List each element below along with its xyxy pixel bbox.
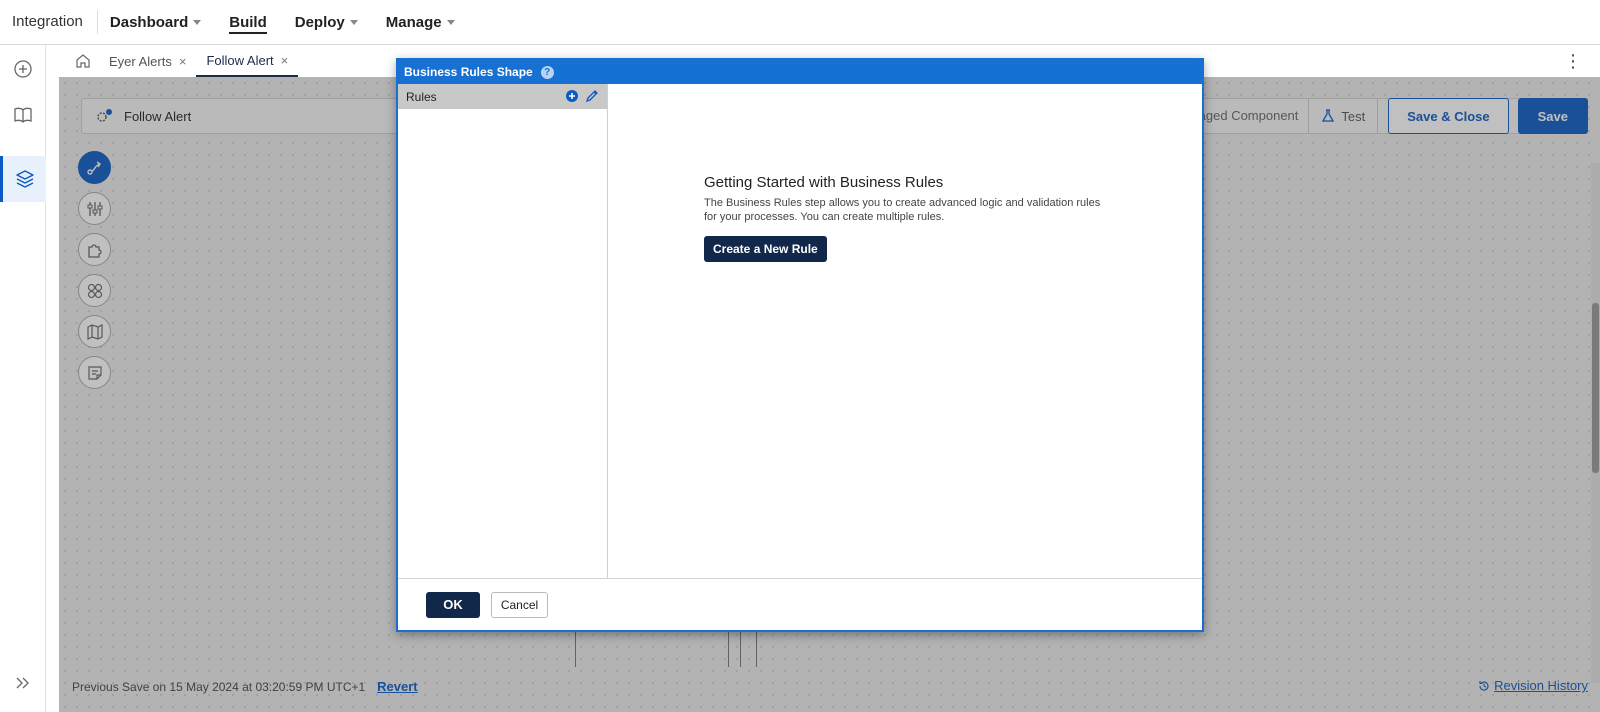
dialog-body: Rules Getting Started with Business Rule… [398, 84, 1202, 578]
menu-manage[interactable]: Manage [386, 0, 455, 45]
rules-actions [565, 89, 599, 103]
menu-deploy[interactable]: Deploy [295, 0, 358, 45]
brand-label[interactable]: Integration [0, 10, 98, 34]
add-rule-icon[interactable] [565, 89, 579, 103]
dialog-title: Business Rules Shape [404, 65, 533, 79]
layers-icon[interactable] [0, 156, 46, 202]
create-new-rule-button[interactable]: Create a New Rule [704, 236, 827, 262]
menu-dashboard-label: Dashboard [109, 13, 189, 31]
chevron-down-icon [446, 19, 455, 25]
tab-eyer-alerts[interactable]: Eyer Alerts × [99, 45, 196, 77]
edit-pencil-icon[interactable] [585, 89, 599, 103]
cancel-button[interactable]: Cancel [491, 591, 548, 618]
help-icon[interactable]: ? [540, 65, 554, 79]
book-icon[interactable] [0, 92, 46, 138]
menu-manage-label: Manage [385, 13, 442, 31]
tab-label: Eyer Alerts [109, 53, 172, 69]
menu-build[interactable]: Build [229, 0, 267, 45]
expand-rail-icon[interactable] [0, 660, 46, 706]
dialog-footer: OK Cancel [398, 578, 1202, 630]
home-icon[interactable] [67, 45, 99, 77]
rules-list-pane: Rules [398, 84, 608, 578]
left-rail [0, 45, 46, 712]
main-menu: Dashboard Build Deploy Manage [110, 0, 483, 45]
menu-build-label: Build [229, 13, 267, 31]
chevron-down-icon [349, 19, 358, 25]
tab-follow-alert[interactable]: Follow Alert × [196, 45, 299, 77]
tab-label: Follow Alert [206, 52, 274, 68]
getting-started-panel: Getting Started with Business Rules The … [704, 174, 1104, 262]
business-rules-dialog: Business Rules Shape ? Rules Getting Sta… [396, 58, 1204, 632]
rules-header: Rules [398, 84, 607, 109]
top-navigation: Integration Dashboard Build Deploy Manag… [0, 0, 1600, 45]
menu-deploy-label: Deploy [294, 13, 345, 31]
close-icon[interactable]: × [281, 53, 289, 68]
getting-started-description: The Business Rules step allows you to cr… [704, 197, 1101, 223]
rules-header-label: Rules [406, 89, 437, 104]
ok-button[interactable]: OK [426, 591, 480, 618]
add-circle-icon[interactable] [0, 46, 46, 92]
close-icon[interactable]: × [179, 54, 187, 69]
getting-started-heading: Getting Started with Business Rules [704, 174, 944, 191]
more-options-icon[interactable]: ⋮ [1564, 51, 1582, 72]
menu-dashboard[interactable]: Dashboard [109, 0, 202, 45]
dialog-title-bar: Business Rules Shape ? [398, 60, 1202, 84]
chevron-down-icon [193, 19, 202, 25]
